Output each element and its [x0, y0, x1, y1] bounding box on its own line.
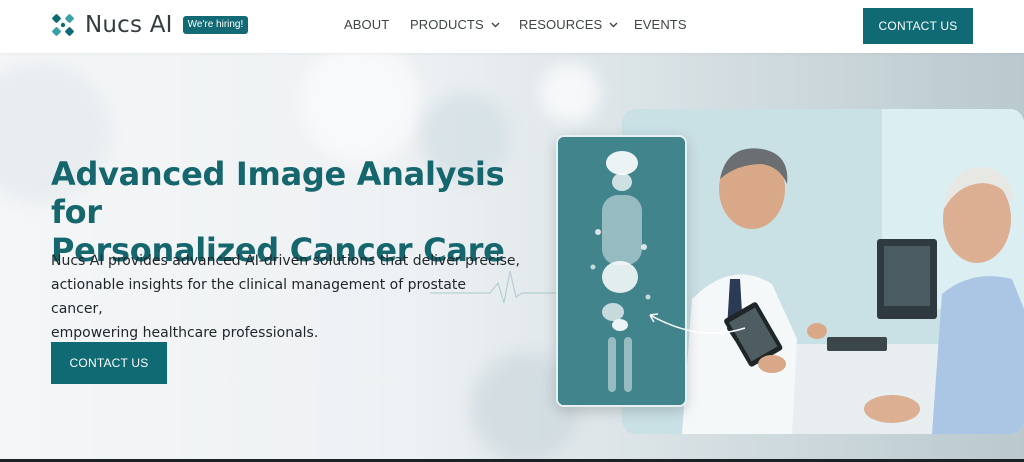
nucs-logo-icon [52, 14, 74, 36]
chevron-down-icon [491, 22, 500, 28]
header-contact-button[interactable]: CONTACT US [863, 8, 973, 44]
brand-name: Nucs AI [85, 12, 173, 38]
hero-contact-button[interactable]: CONTACT US [51, 342, 167, 384]
logo[interactable]: Nucs AI We're hiring! [51, 12, 249, 38]
nav-events-label: EVENTS [634, 17, 687, 32]
nav-resources[interactable]: RESOURCES [519, 15, 618, 35]
hero-title-line: Advanced Image Analysis for [51, 155, 505, 231]
arrow-decoration [649, 313, 746, 334]
bokeh-decoration [540, 63, 600, 123]
hero-description-line: actionable insights for the clinical man… [51, 277, 466, 317]
hero-description-line: empowering healthcare professionals. [51, 325, 319, 341]
pet-scan-image [558, 137, 685, 405]
hero-section: Advanced Image Analysis for Personalized… [0, 53, 1024, 459]
hiring-badge[interactable]: We're hiring! [182, 16, 249, 34]
nav-about[interactable]: ABOUT [344, 15, 389, 35]
site-header: Nucs AI We're hiring! ABOUT PRODUCTS RES… [0, 0, 1024, 53]
nav-products[interactable]: PRODUCTS [410, 15, 500, 35]
nav-events[interactable]: EVENTS [634, 15, 687, 35]
nav-resources-label: RESOURCES [519, 17, 603, 32]
chevron-down-icon [609, 22, 618, 28]
pet-scan-card [556, 135, 687, 407]
nav-about-label: ABOUT [344, 17, 390, 32]
heartbeat-line-decoration [430, 270, 570, 304]
bokeh-decoration [300, 53, 420, 163]
nav-products-label: PRODUCTS [410, 17, 484, 32]
